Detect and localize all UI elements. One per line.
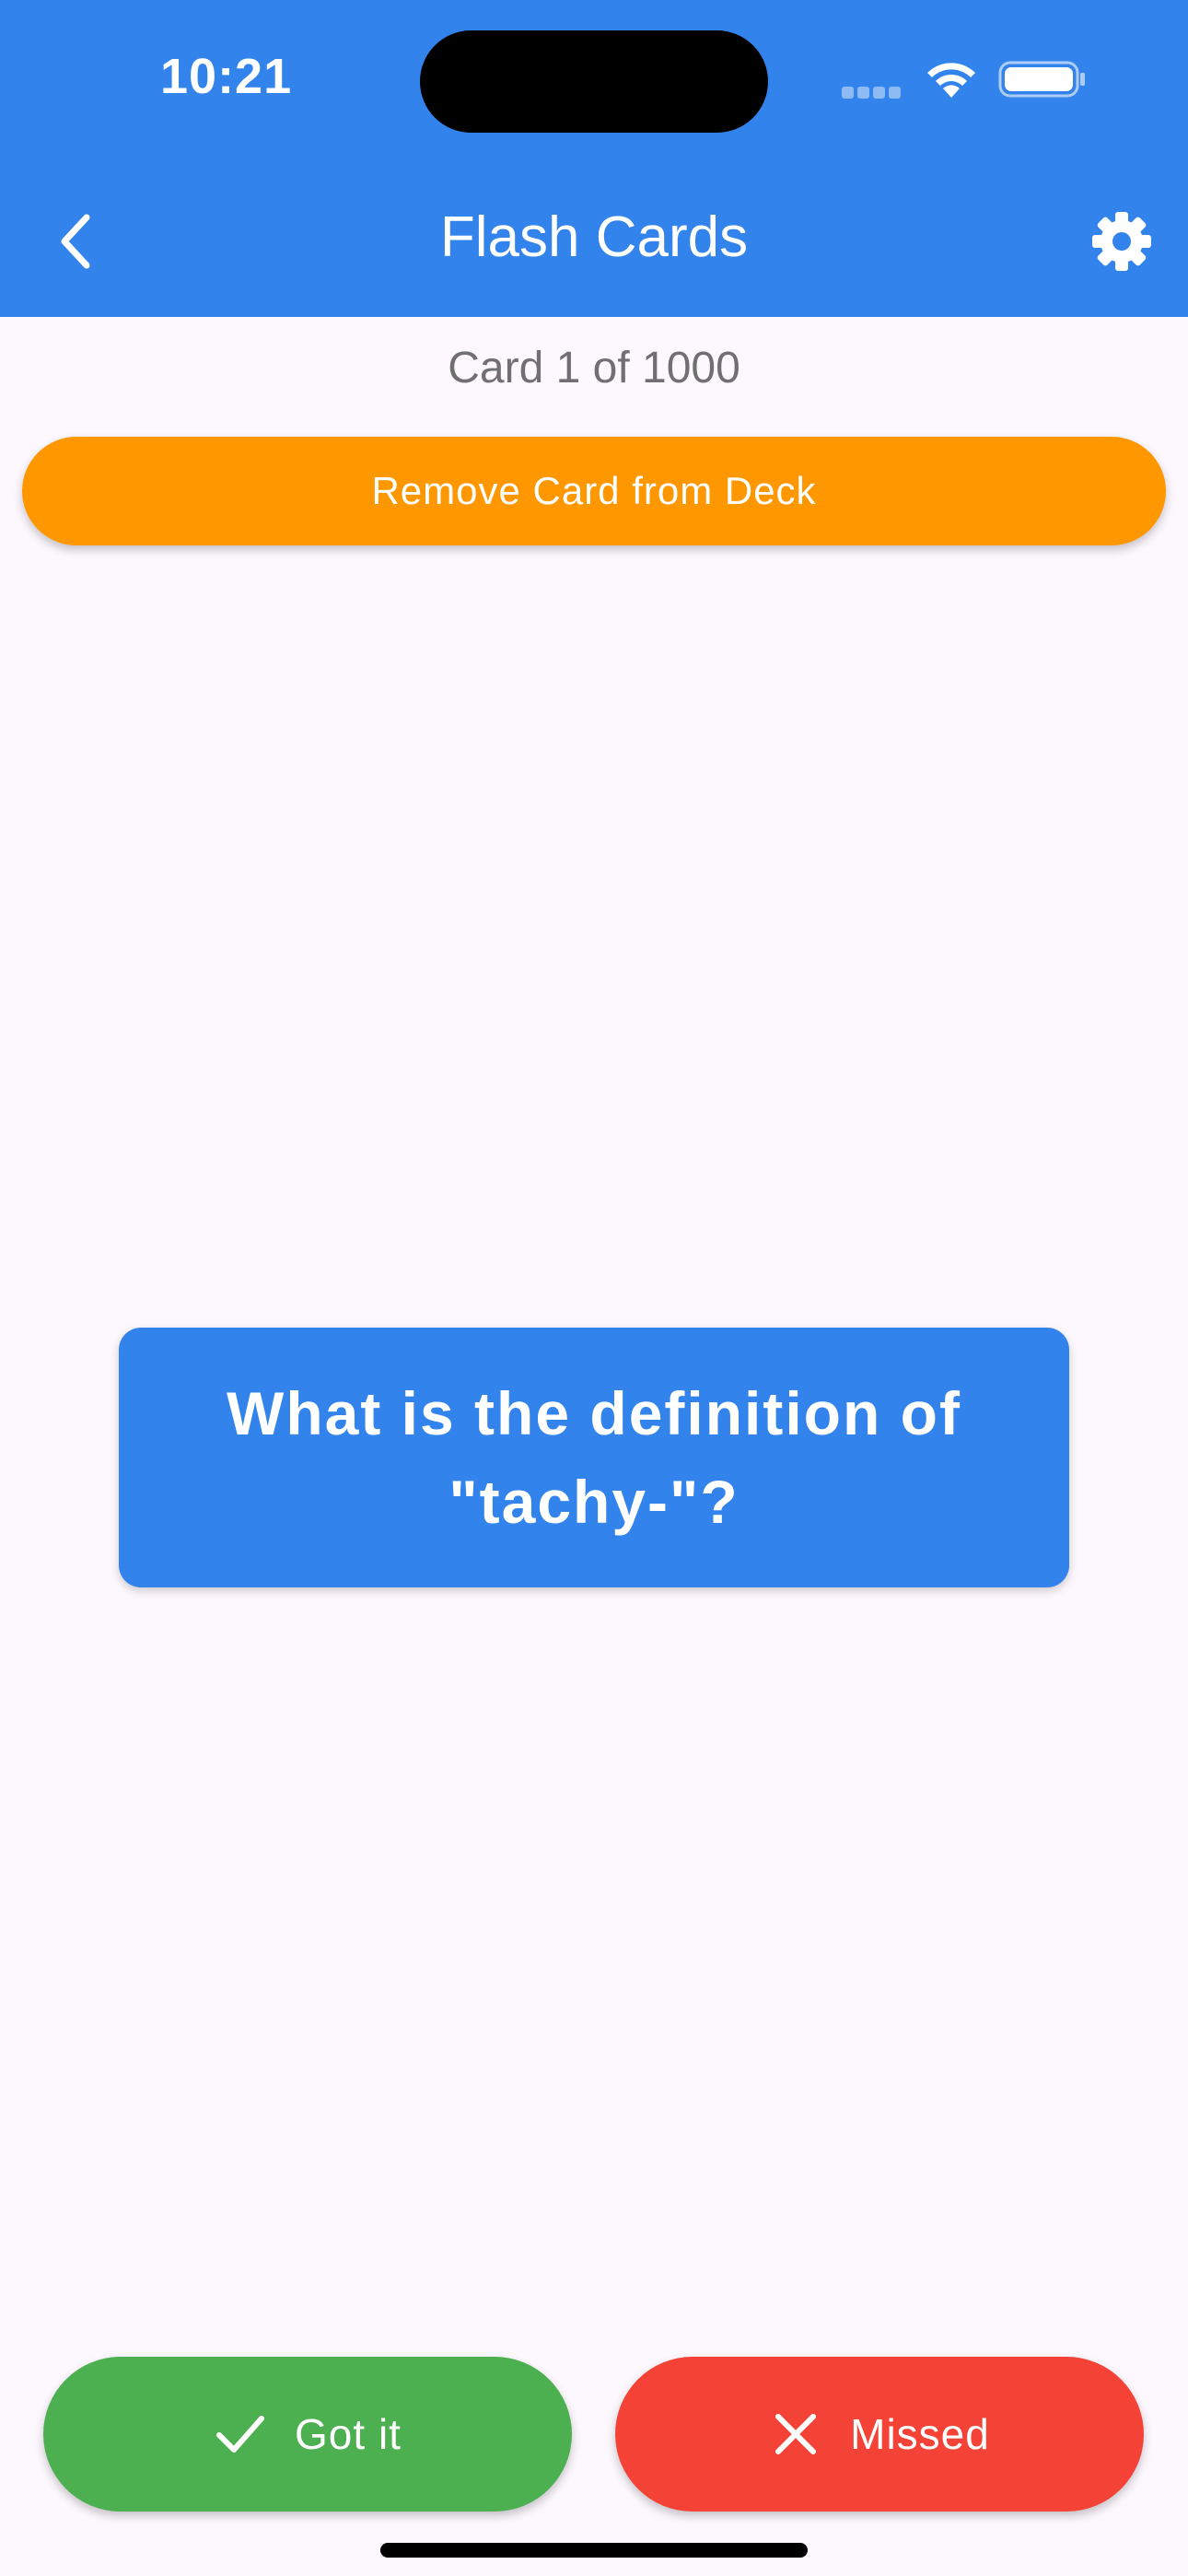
page-title: Flash Cards (439, 205, 749, 269)
flash-cards-screen: 10:21 Flash Cards Card 1 of 1000 Remove … (0, 0, 1188, 2576)
gear-icon (1092, 212, 1151, 271)
remove-card-label: Remove Card from Deck (371, 469, 817, 512)
home-indicator (380, 2543, 808, 2558)
app-bar: 10:21 Flash Cards (0, 0, 1188, 317)
battery-icon (998, 61, 1085, 98)
cellular-signal-icon (842, 87, 904, 100)
close-icon (775, 2414, 817, 2454)
flash-card[interactable]: What is the definition of "tachy-"? (119, 1328, 1069, 1587)
flash-card-question: What is the definition of "tachy-"? (227, 1379, 961, 1536)
missed-button[interactable]: Missed (615, 2357, 1144, 2512)
dynamic-island (420, 30, 768, 133)
settings-button[interactable] (1089, 208, 1155, 275)
wifi-icon (927, 63, 975, 98)
got-it-label: Got it (295, 2410, 402, 2458)
missed-label: Missed (850, 2410, 990, 2458)
remove-card-button[interactable]: Remove Card from Deck (22, 437, 1166, 545)
status-bar-time: 10:21 (160, 49, 293, 104)
got-it-button[interactable]: Got it (43, 2357, 572, 2512)
card-counter: Card 1 of 1000 (448, 344, 740, 392)
checkmark-icon (216, 2416, 265, 2453)
